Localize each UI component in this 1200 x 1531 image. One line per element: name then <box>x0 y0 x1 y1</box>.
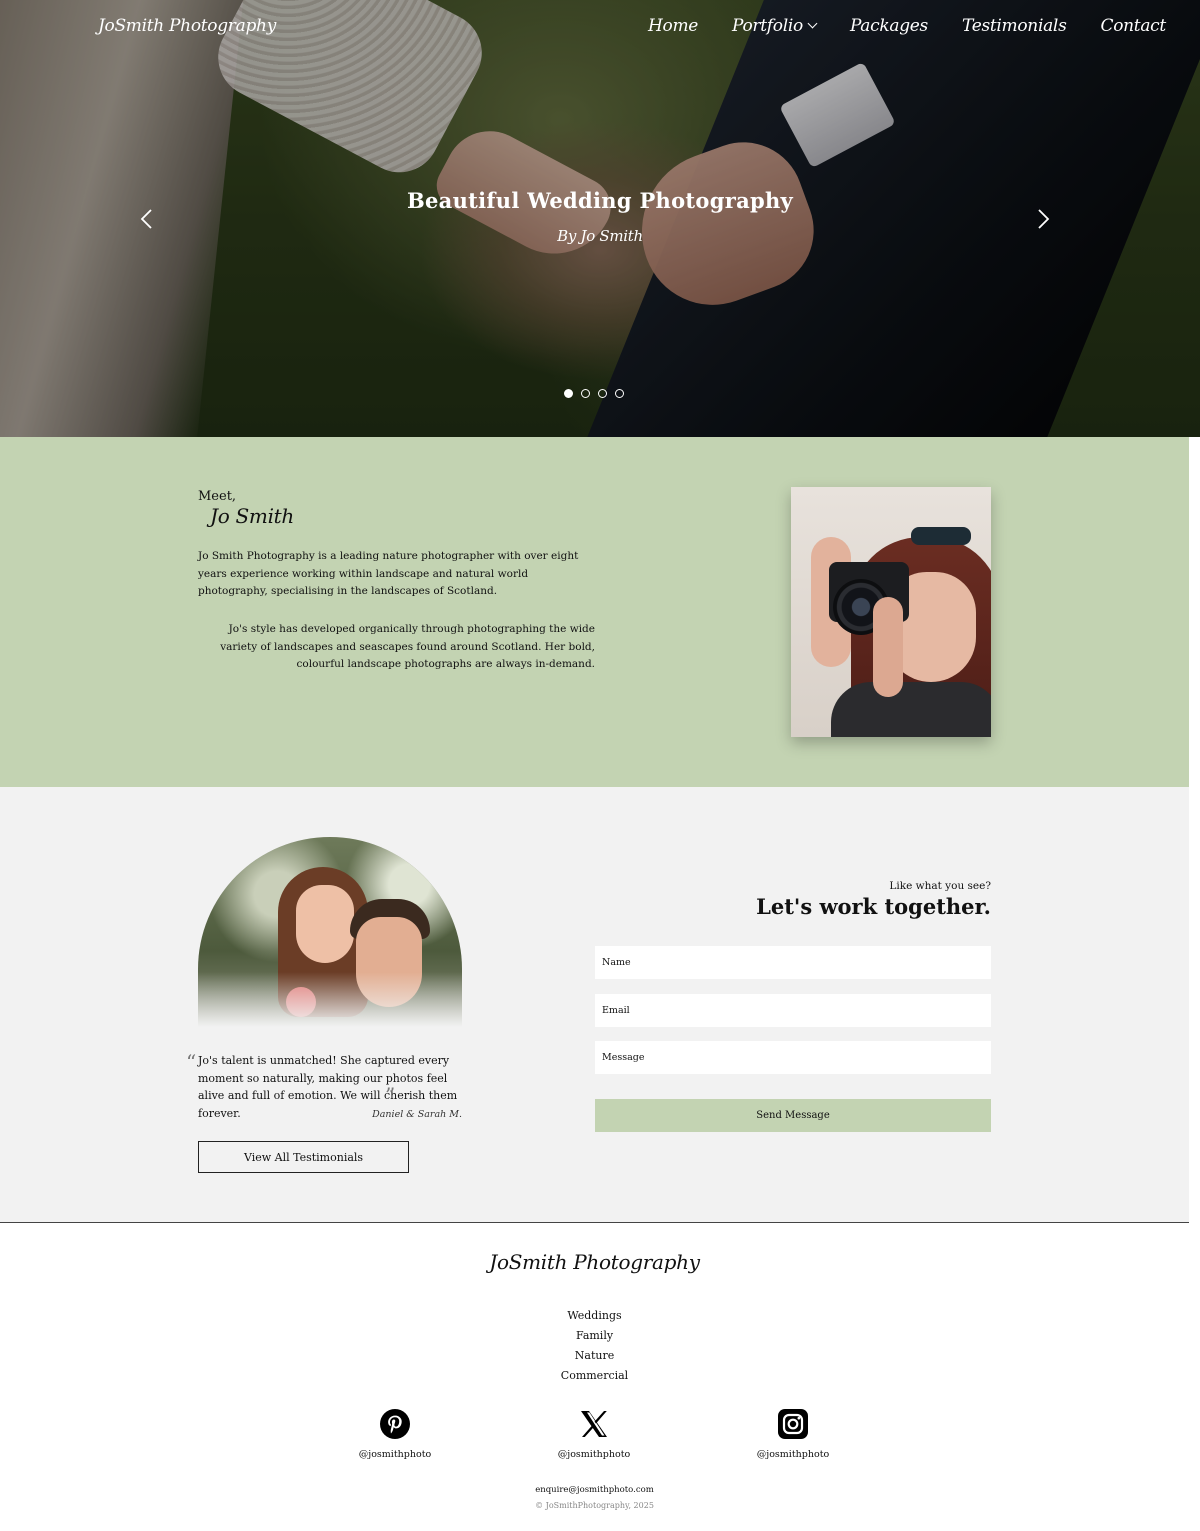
main-nav: Home Portfolio Packages Testimonials Con… <box>648 16 1166 36</box>
contact-kicker: Like what you see? <box>889 880 991 892</box>
social-x-handle: @josmithphoto <box>557 1449 631 1460</box>
portrait-shirt <box>831 682 991 737</box>
hero-overlay <box>0 0 1200 437</box>
social-instagram[interactable]: @josmithphoto <box>733 1408 853 1460</box>
footer-link-weddings[interactable]: Weddings <box>0 1306 1189 1326</box>
contact-heading: Let's work together. <box>756 894 991 919</box>
footer-logo[interactable]: JoSmith Photography <box>0 1250 1189 1274</box>
send-message-button[interactable]: Send Message <box>595 1099 991 1132</box>
pinterest-icon <box>380 1409 410 1439</box>
about-name: Jo Smith <box>210 504 294 528</box>
social-pinterest[interactable]: @josmithphoto <box>335 1408 455 1460</box>
about-section: Meet, Jo Smith Jo Smith Photography is a… <box>0 437 1189 787</box>
nav-contact-label: Contact <box>1100 16 1167 36</box>
footer-copyright: © JoSmithPhotography, 2025 <box>535 1501 654 1510</box>
social-x[interactable]: @josmithphoto <box>534 1408 654 1460</box>
carousel-dot-2[interactable] <box>581 389 590 398</box>
email-field[interactable] <box>595 994 991 1027</box>
nav-portfolio-label: Portfolio <box>732 16 803 36</box>
x-icon <box>581 1411 607 1437</box>
site-logo[interactable]: JoSmith Photography <box>98 16 276 36</box>
portrait-hand-2 <box>873 597 903 697</box>
nav-portfolio[interactable]: Portfolio <box>732 16 818 36</box>
couple-photo-her-face <box>296 885 354 963</box>
footer-link-commercial[interactable]: Commercial <box>0 1366 1189 1386</box>
carousel-dot-4[interactable] <box>615 389 624 398</box>
carousel-dot-3[interactable] <box>598 389 607 398</box>
nav-home[interactable]: Home <box>648 16 698 36</box>
nav-contact[interactable]: Contact <box>1100 16 1167 36</box>
chevron-down-icon <box>807 18 818 29</box>
nav-home-label: Home <box>648 16 699 36</box>
carousel-dot-1[interactable] <box>564 389 573 398</box>
view-all-testimonials-button[interactable]: View All Testimonials <box>198 1141 409 1173</box>
message-field[interactable] <box>595 1041 991 1074</box>
quote-open-icon: “ <box>186 1050 197 1074</box>
about-greeting: Meet, <box>198 489 237 504</box>
quote-close-icon: ” <box>385 1083 396 1107</box>
social-instagram-handle: @josmithphoto <box>756 1449 830 1460</box>
footer-links: Weddings Family Nature Commercial <box>0 1306 1189 1386</box>
testimonial-author: Daniel & Sarah M. <box>372 1109 462 1120</box>
nav-packages-label: Packages <box>849 16 928 36</box>
carousel-dots <box>564 389 624 398</box>
page-gutter <box>1189 437 1200 1531</box>
site-footer: JoSmith Photography Weddings Family Natu… <box>0 1224 1189 1531</box>
nav-testimonials-label: Testimonials <box>961 16 1067 36</box>
footer-link-nature[interactable]: Nature <box>0 1346 1189 1366</box>
testimonial-couple-photo <box>198 837 462 1027</box>
hero-carousel: JoSmith Photography Home Portfolio Packa… <box>0 0 1200 437</box>
about-paragraph-2: Jo's style has developed organically thr… <box>220 623 595 670</box>
footer-email-link[interactable]: enquire@josmithphoto.com <box>0 1485 1189 1495</box>
nav-testimonials[interactable]: Testimonials <box>962 16 1067 36</box>
couple-photo-fade <box>198 972 462 1027</box>
footer-link-family[interactable]: Family <box>0 1326 1189 1346</box>
name-field[interactable] <box>595 946 991 979</box>
photographer-portrait <box>791 487 991 737</box>
about-paragraph-1: Jo Smith Photography is a leading nature… <box>198 550 579 597</box>
social-pinterest-handle: @josmithphoto <box>358 1449 432 1460</box>
portrait-sunglasses <box>911 527 971 545</box>
instagram-icon <box>778 1409 808 1439</box>
hero-title: Beautiful Wedding Photography <box>406 188 794 213</box>
testimonial-contact-section: “ Jo's talent is unmatched! She captured… <box>0 787 1189 1223</box>
nav-packages[interactable]: Packages <box>850 16 928 36</box>
hero-subtitle: By Jo Smith <box>557 227 643 245</box>
